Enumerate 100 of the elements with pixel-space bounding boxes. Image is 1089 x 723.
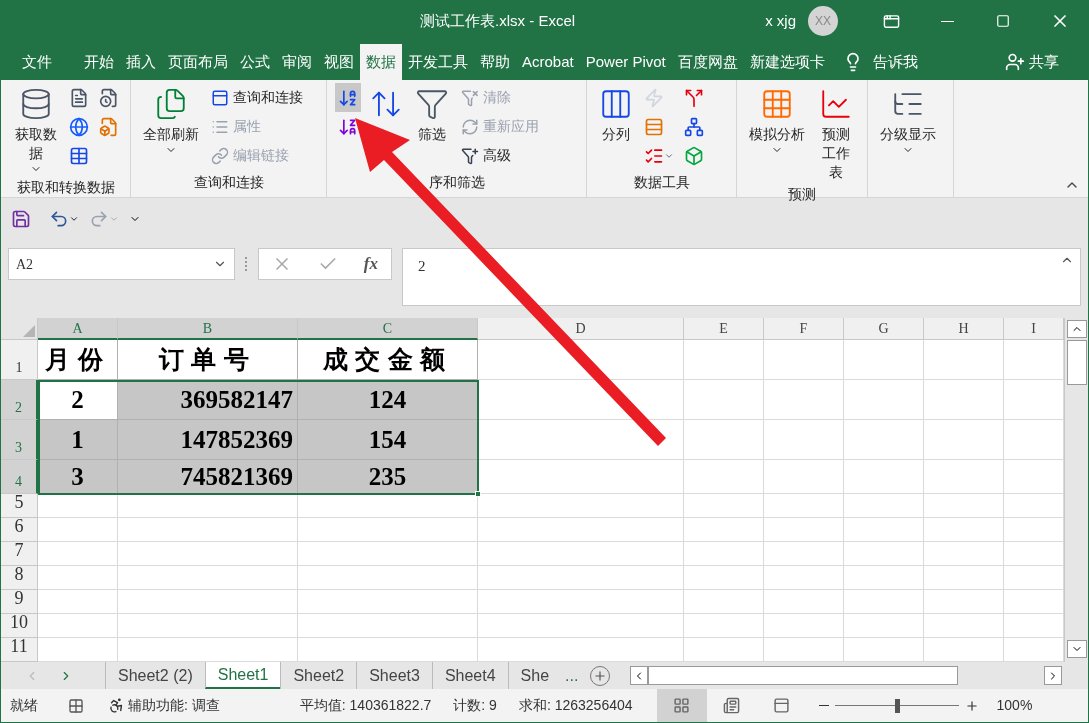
formula-input[interactable]: 2 bbox=[402, 248, 1081, 306]
reapply-icon bbox=[461, 117, 479, 136]
row-header[interactable]: 5 bbox=[1, 494, 38, 518]
more-sheets[interactable]: ... bbox=[565, 663, 579, 688]
row-header[interactable]: 9 bbox=[1, 590, 38, 614]
name-box[interactable]: A2 bbox=[8, 248, 235, 280]
zoom-level[interactable]: 100% bbox=[996, 695, 1033, 716]
row-header[interactable]: 1 bbox=[1, 340, 38, 380]
column-header[interactable]: B bbox=[118, 318, 298, 340]
column-header[interactable]: I bbox=[1004, 318, 1064, 340]
user-name: x xjg bbox=[765, 10, 796, 31]
save-button[interactable] bbox=[11, 209, 31, 229]
column-header[interactable]: C bbox=[298, 318, 478, 340]
ribbon-tab[interactable]: 开始 bbox=[78, 44, 120, 80]
row-header[interactable]: 11 bbox=[1, 638, 38, 662]
window-title: 测试工作表.xlsx - Excel bbox=[420, 10, 576, 31]
flash-fill-icon bbox=[644, 87, 664, 108]
insert-function-button[interactable]: fx bbox=[363, 251, 378, 277]
refresh-documents-icon bbox=[154, 87, 188, 121]
what-if-icon bbox=[760, 87, 794, 121]
plus-icon bbox=[593, 668, 608, 683]
ribbon-button[interactable]: 查询和连接 bbox=[207, 83, 307, 112]
clear-filter-icon bbox=[461, 88, 479, 107]
ribbon-button[interactable]: 预测工作表 bbox=[813, 83, 859, 182]
row-header[interactable]: 7 bbox=[1, 542, 38, 566]
accessibility-icon bbox=[108, 697, 125, 714]
column-header[interactable]: D bbox=[478, 318, 684, 340]
ribbon-button[interactable]: 获取数据 bbox=[9, 83, 62, 175]
group-label: 查询和连接 bbox=[193, 174, 264, 190]
row-header[interactable]: 8 bbox=[1, 566, 38, 590]
outline-button[interactable]: 分级显示 bbox=[876, 83, 940, 156]
column-header[interactable]: A bbox=[38, 318, 118, 340]
minimize-icon bbox=[940, 20, 954, 22]
panel-icon bbox=[211, 88, 229, 107]
ribbon-tab[interactable]: 百度网盘 bbox=[671, 44, 744, 80]
ribbon-button[interactable]: 筛选 bbox=[411, 83, 453, 144]
table-cell: 369582147 bbox=[118, 380, 298, 420]
scrollbar-thumb[interactable] bbox=[1066, 340, 1087, 385]
ribbon-tab[interactable]: 审阅 bbox=[276, 44, 318, 80]
recent-document-icon bbox=[99, 87, 119, 108]
consolidate-icon bbox=[684, 87, 704, 108]
zoom-in-icon[interactable] bbox=[964, 698, 979, 713]
advanced-filter-icon bbox=[461, 146, 479, 165]
table-cell bbox=[1004, 566, 1064, 590]
ribbon-button[interactable]: 模拟分析 bbox=[745, 83, 809, 156]
group-label: 预测 bbox=[788, 186, 816, 202]
table-cell: 235 bbox=[298, 460, 478, 494]
row-header[interactable]: 3 bbox=[1, 420, 38, 460]
data-model-icon bbox=[684, 145, 704, 166]
sheet-tab[interactable]: Sheet1 bbox=[204, 662, 281, 689]
tell-me-button[interactable]: 告诉我 bbox=[872, 50, 918, 74]
ribbon-tab[interactable]: 数据 bbox=[360, 44, 402, 80]
ribbon-tab[interactable]: 公式 bbox=[234, 44, 276, 80]
text-columns-icon bbox=[599, 87, 633, 121]
row-header[interactable]: 10 bbox=[1, 614, 38, 638]
zoom-slider[interactable] bbox=[834, 698, 959, 713]
table-cell bbox=[1004, 542, 1064, 566]
share-button[interactable]: 共享 bbox=[1005, 44, 1059, 80]
save-icon bbox=[11, 209, 31, 229]
column-header[interactable]: G bbox=[844, 318, 924, 340]
column-header[interactable]: F bbox=[764, 318, 844, 340]
document-icon bbox=[69, 87, 89, 108]
caret-icon bbox=[109, 214, 119, 224]
web-document-icon bbox=[69, 116, 89, 137]
table-cell: 订单号 bbox=[118, 340, 298, 380]
column-header[interactable]: H bbox=[924, 318, 1004, 340]
ribbon-button[interactable]: 全部刷新 bbox=[139, 83, 203, 156]
column-header[interactable]: E bbox=[684, 318, 764, 340]
vertical-scrollbar[interactable] bbox=[1064, 318, 1088, 662]
table-cell: 2 bbox=[38, 380, 118, 420]
accessibility-button[interactable]: 辅助功能: 调查 bbox=[108, 695, 220, 716]
view-button[interactable] bbox=[656, 689, 707, 722]
row-header[interactable]: 4 bbox=[1, 460, 38, 494]
macro-record-icon[interactable] bbox=[68, 697, 84, 714]
caret-icon bbox=[69, 214, 79, 224]
ribbon-tab[interactable]: 页面布局 bbox=[162, 44, 234, 80]
table-cell bbox=[1004, 420, 1064, 460]
row-header[interactable]: 6 bbox=[1, 518, 38, 542]
status-ready: 就绪 bbox=[10, 696, 38, 715]
ribbon-button[interactable]: 高级 bbox=[457, 141, 543, 170]
ribbon-tab[interactable]: 文件 bbox=[8, 44, 78, 80]
table-icon bbox=[69, 145, 89, 166]
ribbon-tab[interactable]: Power Pivot bbox=[579, 44, 672, 80]
redo-button[interactable] bbox=[89, 209, 119, 229]
table-cell: 147852369 bbox=[118, 420, 298, 460]
ribbon-tab[interactable]: Acrobat bbox=[516, 44, 580, 80]
relationships-icon bbox=[684, 116, 704, 137]
forecast-chart-icon bbox=[819, 87, 853, 121]
ribbon-tab[interactable]: 新建选项卡 bbox=[743, 44, 831, 80]
count-value: 计数: 9 bbox=[453, 696, 497, 715]
ribbon-tab[interactable]: 视图 bbox=[318, 44, 360, 80]
undo-button[interactable] bbox=[49, 209, 79, 229]
row-header[interactable]: 2 bbox=[1, 380, 38, 420]
ribbon-button[interactable]: 分列 bbox=[595, 83, 637, 144]
page-icon bbox=[723, 697, 741, 714]
ribbon-tab[interactable]: 插入 bbox=[120, 44, 162, 80]
drag-handle-icon[interactable] bbox=[245, 257, 248, 271]
ribbon-tab[interactable]: 帮助 bbox=[474, 44, 516, 80]
ribbon-icon-button[interactable] bbox=[335, 83, 361, 112]
ribbon-tab[interactable]: 开发工具 bbox=[402, 44, 474, 80]
